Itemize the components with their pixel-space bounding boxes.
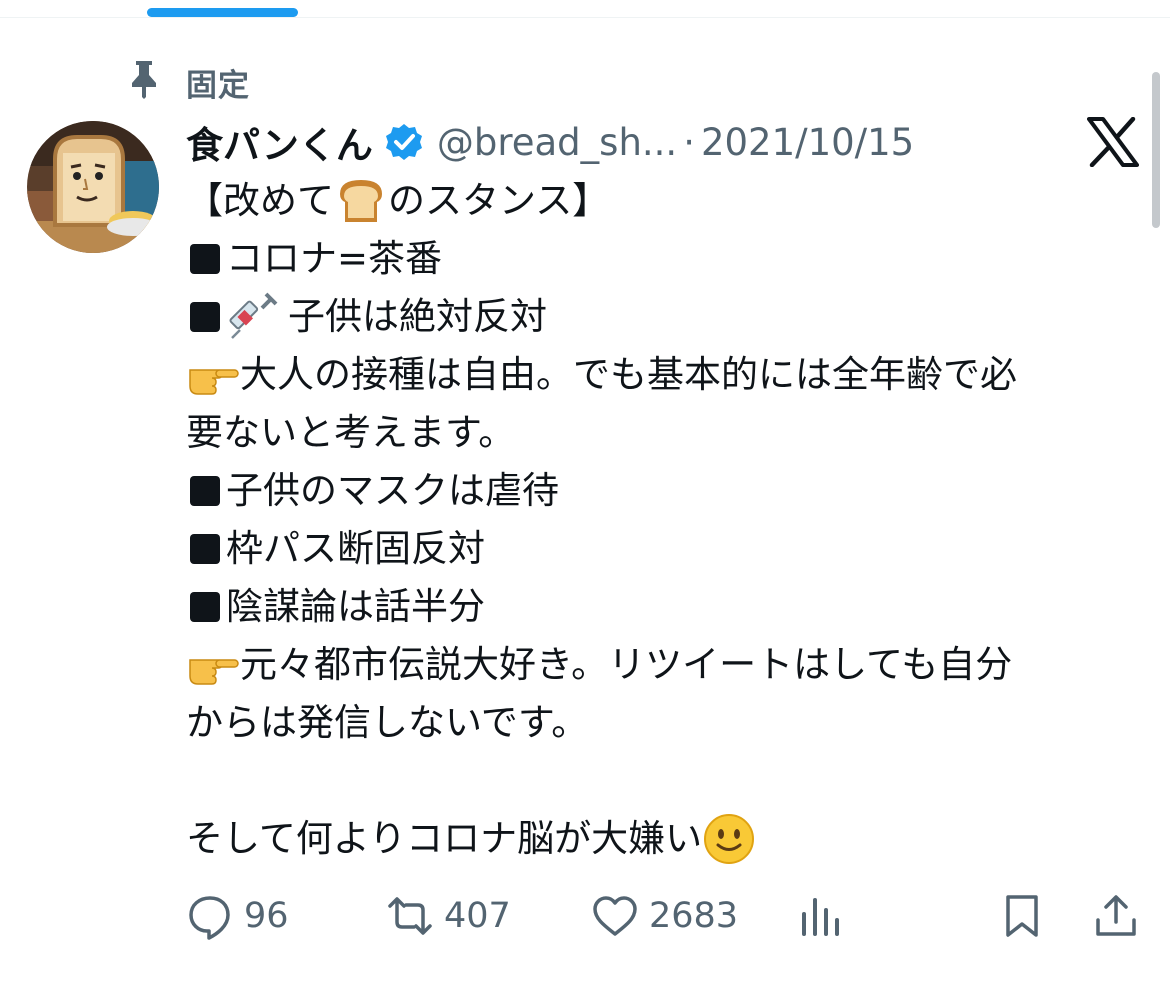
views-button[interactable] bbox=[796, 888, 844, 944]
text-line: からは発信しないです。 bbox=[186, 701, 589, 744]
black-square-icon bbox=[190, 534, 220, 564]
share-button[interactable] bbox=[1092, 888, 1140, 944]
share-icon bbox=[1096, 895, 1136, 936]
text-line: 【改めて のスタンス】 bbox=[186, 172, 1146, 230]
heart-icon bbox=[593, 896, 637, 936]
pin-icon bbox=[132, 61, 156, 99]
user-handle[interactable]: @bread_sh... bbox=[437, 121, 677, 164]
reply-count: 96 bbox=[244, 896, 289, 936]
black-square-icon bbox=[190, 592, 220, 622]
bread-emoji-icon bbox=[340, 180, 382, 222]
black-square-icon bbox=[190, 244, 220, 274]
text-line: 陰謀論は話半分 bbox=[186, 578, 1146, 636]
separator: · bbox=[683, 120, 695, 164]
reply-button[interactable]: 96 bbox=[186, 888, 289, 944]
pointing-hand-emoji-icon bbox=[189, 369, 239, 395]
black-square-icon bbox=[190, 476, 220, 506]
avatar[interactable] bbox=[27, 121, 159, 253]
bookmark-button[interactable] bbox=[998, 888, 1046, 944]
like-button[interactable]: 2683 bbox=[591, 888, 738, 944]
reply-icon bbox=[189, 896, 230, 940]
display-name[interactable]: 食パンくん bbox=[186, 115, 373, 169]
retweet-icon bbox=[388, 897, 432, 935]
text-line: 子供のマスクは虐待 bbox=[186, 462, 1146, 520]
text-line: 大人の接種は自由。でも基本的には全年齢で必 bbox=[186, 346, 1146, 404]
pointing-hand-emoji-icon bbox=[189, 659, 239, 685]
black-square-icon bbox=[190, 302, 220, 332]
text-line: そして何よりコロナ脳が大嫌い bbox=[186, 810, 1146, 868]
divider bbox=[0, 17, 1170, 18]
text-line: 子供は絶対反対 bbox=[186, 288, 1146, 346]
text-line: 元々都市伝説大好き。リツイートはしても自分 bbox=[186, 636, 1146, 694]
text-line: コロナ=茶番 bbox=[186, 230, 1146, 288]
tweet-text: 【改めて のスタンス】 コロナ=茶番 子供は絶対反対 大人の接種は自由。でも基本… bbox=[186, 172, 1146, 868]
retweet-count: 407 bbox=[444, 896, 511, 936]
action-bar: 96 407 2683 bbox=[0, 888, 1170, 944]
smiling-face-emoji-icon bbox=[704, 814, 755, 864]
retweet-button[interactable]: 407 bbox=[386, 888, 511, 944]
verified-badge-icon bbox=[385, 124, 422, 160]
like-count: 2683 bbox=[649, 896, 739, 936]
bookmark-icon bbox=[1006, 895, 1038, 937]
text-line: 要ないと考えます。 bbox=[186, 411, 516, 454]
tweet-header: 食パンくん @bread_sh... · 2021/10/15 bbox=[186, 114, 914, 170]
scrollbar[interactable] bbox=[1152, 72, 1160, 228]
text-line: 枠パス断固反対 bbox=[186, 520, 1146, 578]
syringe-emoji-icon bbox=[229, 292, 278, 339]
pinned-label: 固定 bbox=[186, 68, 250, 104]
views-chart-icon bbox=[802, 898, 839, 936]
pinned-indicator: 固定 bbox=[126, 56, 249, 104]
active-tab-indicator bbox=[147, 8, 298, 17]
x-logo-icon[interactable] bbox=[1087, 117, 1139, 167]
tweet-date[interactable]: 2021/10/15 bbox=[701, 121, 914, 164]
